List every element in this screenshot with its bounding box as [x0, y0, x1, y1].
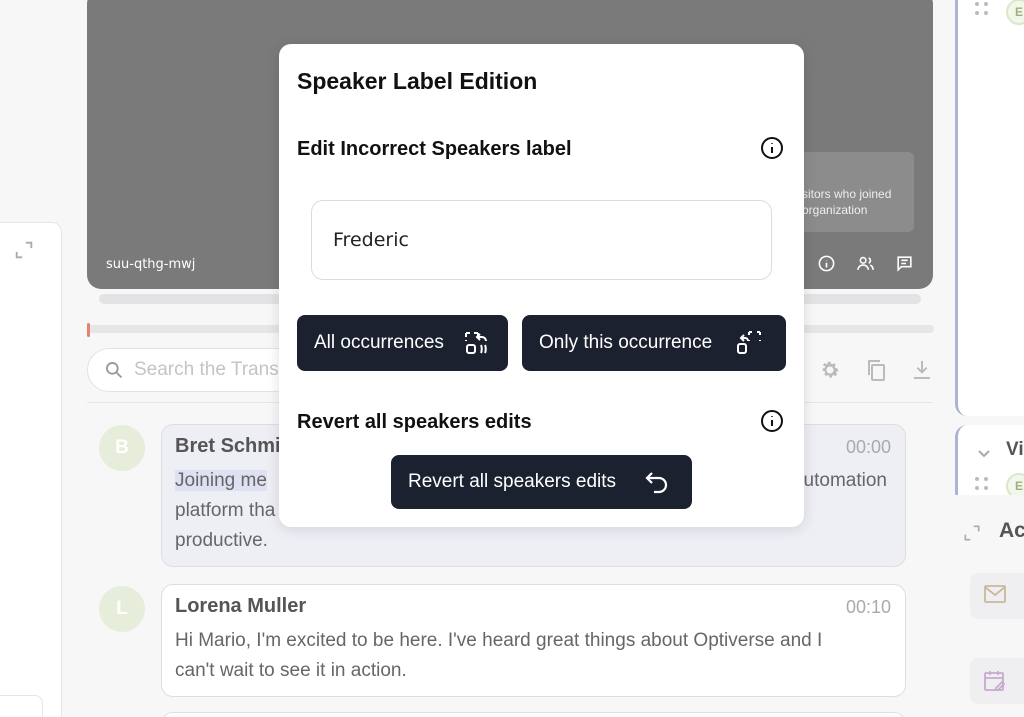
button-label: Only this occurrence: [539, 332, 713, 353]
speaker-label-input[interactable]: [333, 229, 753, 251]
button-label: All occurrences: [314, 332, 444, 353]
info-icon[interactable]: [760, 136, 784, 160]
replace-all-icon: [465, 332, 487, 354]
speaker-label-field[interactable]: [311, 200, 772, 280]
all-occurrences-button[interactable]: All occurrences: [297, 315, 508, 371]
revert-all-button[interactable]: Revert all speakers edits: [391, 455, 692, 509]
replace-one-icon: [737, 331, 761, 354]
undo-icon: [645, 472, 668, 494]
speaker-label-modal: Speaker Label Edition Edit Incorrect Spe…: [279, 44, 804, 527]
only-this-occurrence-button[interactable]: Only this occurrence: [522, 315, 786, 371]
button-label: Revert all speakers edits: [408, 471, 617, 492]
revert-section-title: Revert all speakers edits: [297, 411, 532, 433]
info-icon[interactable]: [760, 409, 784, 433]
modal-title: Speaker Label Edition: [297, 68, 538, 94]
edit-section-title: Edit Incorrect Speakers label: [297, 138, 572, 160]
